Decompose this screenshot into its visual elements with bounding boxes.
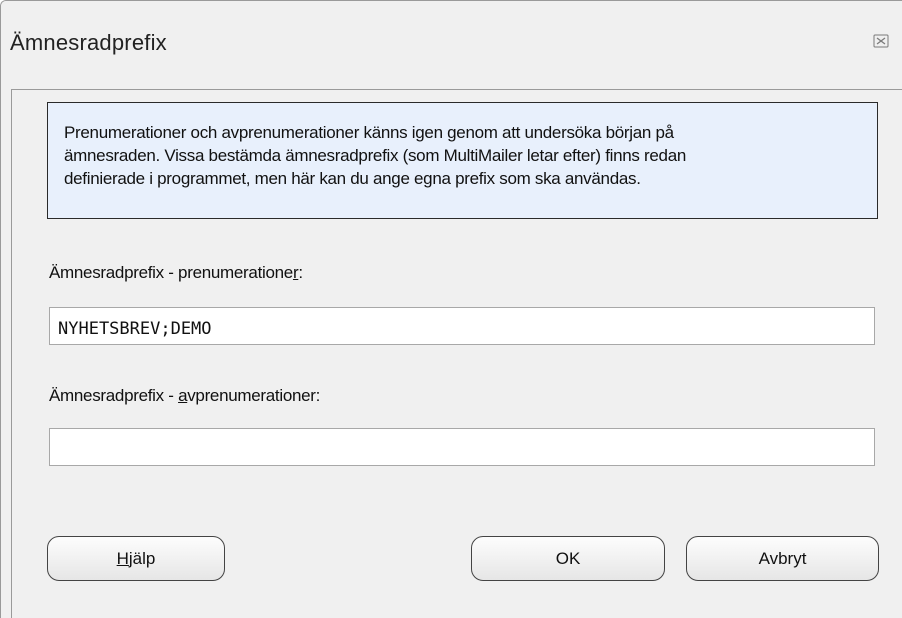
dialog-window: Ämnesradprefix Prenumerationer och avpre… (0, 0, 902, 618)
subscribe-prefix-input[interactable] (49, 307, 875, 345)
info-text-line: ämnesraden. Vissa bestämda ämnesradprefi… (64, 146, 687, 165)
info-box: Prenumerationer och avprenumerationer kä… (47, 102, 878, 219)
window-title: Ämnesradprefix (10, 30, 167, 55)
title-bar: Ämnesradprefix (1, 1, 902, 89)
unsubscribe-prefix-label: Ämnesradprefix - avprenumerationer: (49, 386, 321, 405)
subscribe-prefix-label: Ämnesradprefix - prenumerationer: (49, 263, 303, 282)
close-icon (873, 34, 889, 48)
cancel-button[interactable]: Avbryt (686, 536, 879, 581)
close-button[interactable] (871, 31, 891, 51)
ok-button[interactable]: OK (471, 536, 665, 581)
info-text-line: Prenumerationer och avprenumerationer kä… (64, 123, 674, 142)
info-text-line: definierade i programmet, men här kan du… (64, 169, 641, 188)
unsubscribe-prefix-input[interactable] (49, 428, 875, 466)
help-button[interactable]: Hjälp (47, 536, 225, 581)
